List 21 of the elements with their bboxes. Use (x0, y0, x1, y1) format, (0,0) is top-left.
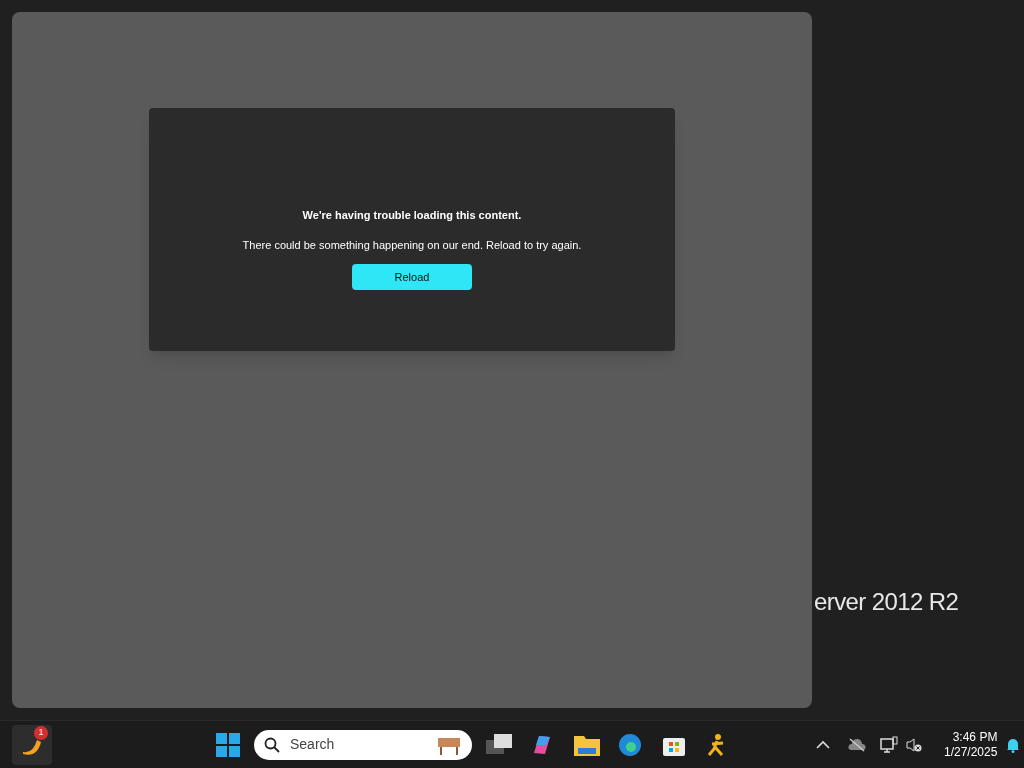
folder-icon[interactable] (574, 733, 600, 756)
clock[interactable]: 3:46 PM 1/27/2025 (944, 729, 998, 760)
desktop-text: erver 2012 R2 (814, 587, 959, 617)
notification-badge: 1 (34, 725, 48, 740)
search-icon (264, 736, 280, 753)
app-icon[interactable]: 1 (12, 724, 52, 765)
clock-time: 3:46 PM (952, 729, 998, 745)
reload-button[interactable]: Reload (352, 264, 472, 290)
volume-muted-icon[interactable] (906, 736, 922, 753)
search-field[interactable]: Search (254, 729, 472, 760)
browser-icon[interactable] (618, 732, 642, 757)
clock-date: 1/27/2025 (944, 744, 998, 760)
error-message: There could be something happening on our end. Reload to try again. (242, 237, 582, 253)
bell-icon[interactable] (1005, 736, 1022, 753)
network-icon[interactable] (880, 735, 898, 754)
chevron-up-icon[interactable] (816, 739, 830, 750)
cloud-off-icon[interactable] (848, 737, 866, 752)
task-view-icon[interactable] (486, 733, 512, 756)
error-title: We're having trouble loading this content. (302, 208, 522, 223)
start-icon[interactable] (216, 732, 240, 757)
search-placeholder: Search (290, 735, 336, 754)
